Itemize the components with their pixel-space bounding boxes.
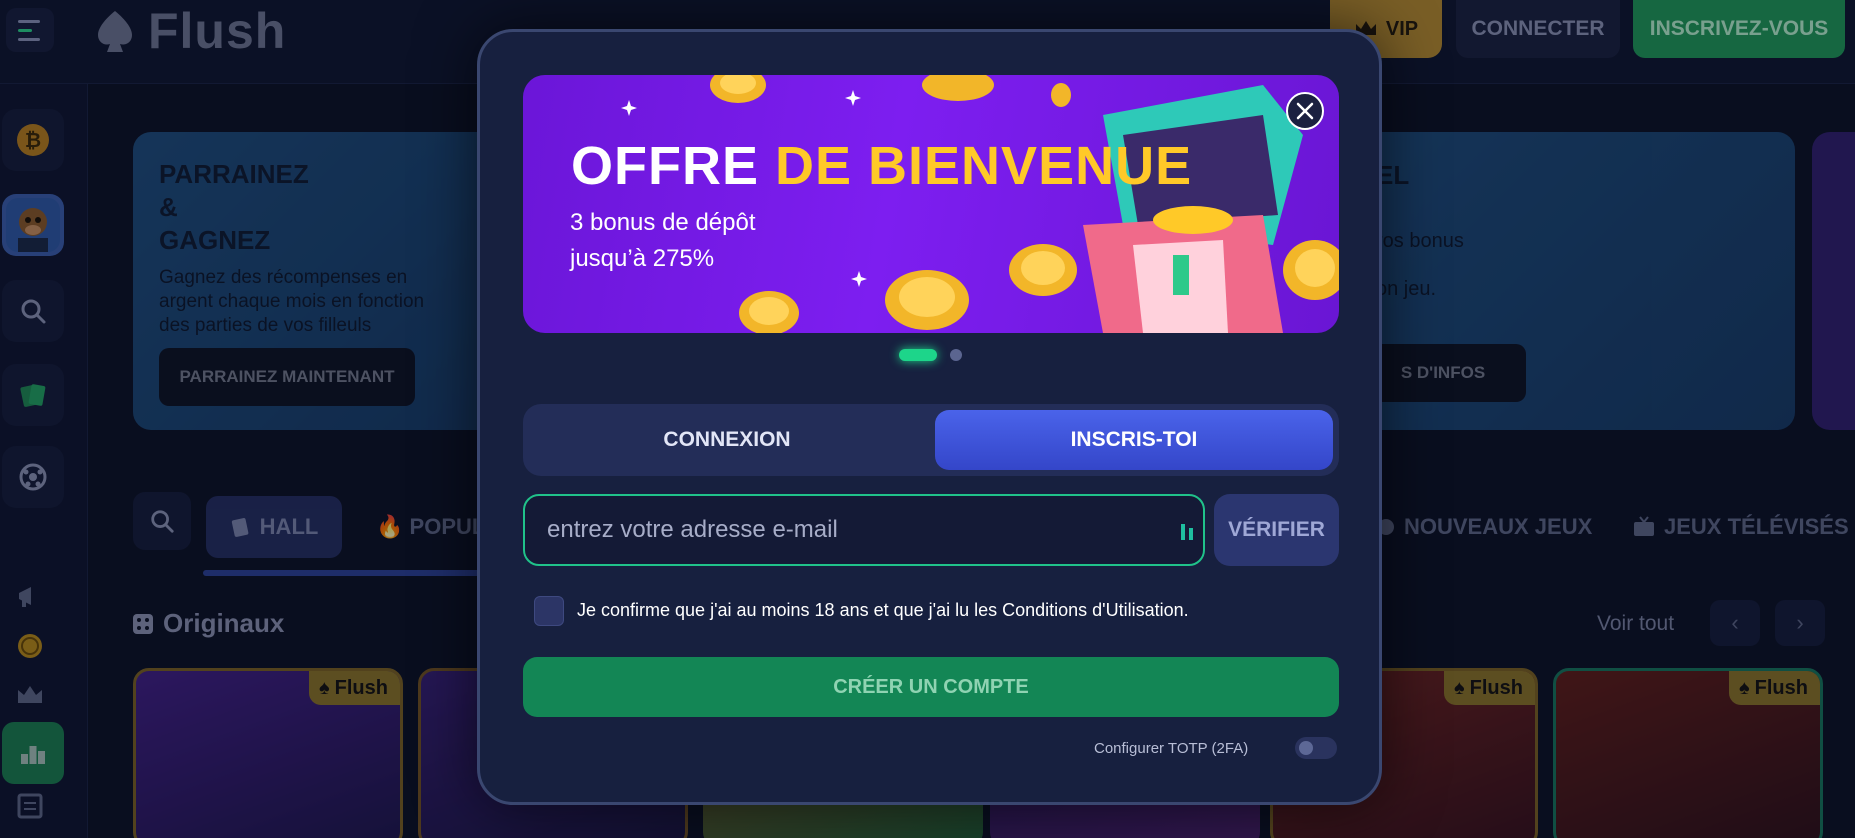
banner-coins-illustration xyxy=(621,75,1339,333)
tab-register[interactable]: INSCRIS-TOI xyxy=(935,410,1333,470)
verify-button[interactable]: VÉRIFIER xyxy=(1214,494,1339,566)
auth-tabs: CONNEXION INSCRIS-TOI xyxy=(523,404,1339,476)
close-button[interactable] xyxy=(1286,92,1324,130)
password-manager-icon[interactable] xyxy=(1179,522,1197,542)
banner-subtitle-line2: jusqu’à 275% xyxy=(570,245,715,272)
age-consent-checkbox[interactable] xyxy=(534,596,564,626)
carousel-dot[interactable] xyxy=(950,349,962,361)
welcome-offer-banner: OFFRE DE BIENVENUE 3 bonus de dépôt jusq… xyxy=(523,75,1339,333)
totp-label: Configurer TOTP (2FA) xyxy=(1094,740,1249,757)
create-account-button[interactable]: CRÉER UN COMPTE xyxy=(523,657,1339,717)
close-icon xyxy=(1296,102,1314,120)
totp-toggle[interactable] xyxy=(1295,737,1337,759)
banner-title: OFFRE DE BIENVENUE xyxy=(571,136,1193,196)
email-field-wrapper xyxy=(523,494,1205,566)
banner-subtitle-line1: 3 bonus de dépôt xyxy=(570,209,756,236)
age-consent-label: Je confirme que j'ai au moins 18 ans et … xyxy=(577,600,1189,620)
email-input[interactable] xyxy=(547,516,1147,544)
signup-modal: OFFRE DE BIENVENUE 3 bonus de dépôt jusq… xyxy=(477,29,1382,805)
tab-login[interactable]: CONNEXION xyxy=(523,404,931,476)
carousel-dot-active[interactable] xyxy=(899,349,937,361)
